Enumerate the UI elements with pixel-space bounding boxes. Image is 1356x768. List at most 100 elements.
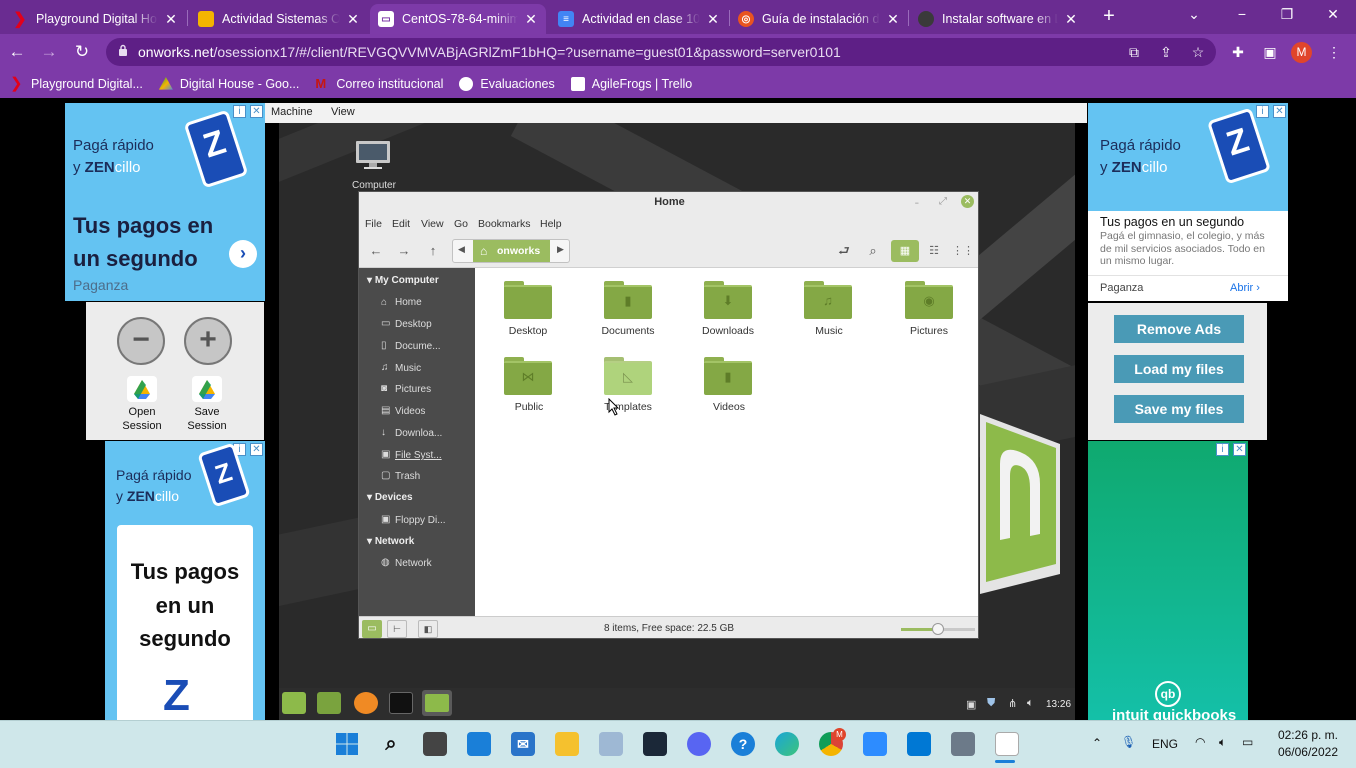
bookmark-playground[interactable]: ❯ Playground Digital...	[10, 76, 143, 91]
file-grid[interactable]: Desktop ▮ Documents ⬇ Downloads ♫ Music …	[475, 268, 978, 616]
sidebar-item-floppy[interactable]: Floppy Di...	[395, 515, 473, 526]
ad-info-icon[interactable]: i	[1256, 105, 1269, 118]
share-icon[interactable]: ⇪	[1157, 43, 1175, 61]
ad-right-bottom[interactable]: i ✕ qb intuit quickbooks	[1088, 441, 1248, 720]
folder-icon[interactable]: ⬇	[704, 281, 752, 319]
show-places-icon[interactable]: ▭	[362, 620, 382, 638]
task-view-icon[interactable]	[423, 732, 447, 756]
menu-file[interactable]: File	[365, 218, 382, 230]
bookmark-evaluaciones[interactable]: Evaluaciones	[459, 77, 555, 91]
search-icon[interactable]: ⌕	[379, 732, 403, 756]
path-left-icon[interactable]: ◀	[458, 244, 465, 255]
mail-icon[interactable]: ✉	[511, 732, 535, 756]
folder-icon[interactable]: ♫	[804, 281, 852, 319]
tab-actividad-clase[interactable]: ≡ Actividad en clase 10 ✕	[550, 4, 728, 34]
open-session-button[interactable]: Open Session	[112, 405, 172, 433]
tab-actividad-sistemas[interactable]: Actividad Sistemas Op ✕	[190, 4, 368, 34]
ad-close-icon[interactable]: ✕	[1273, 105, 1286, 118]
folder-icon[interactable]	[504, 281, 552, 319]
menu-bookmarks[interactable]: Bookmarks	[478, 218, 531, 230]
vscode-icon[interactable]	[907, 732, 931, 756]
clock-time[interactable]: 02:26 p. m.	[1272, 728, 1338, 742]
side-panel-icon[interactable]: ▣	[1261, 43, 1279, 61]
mint-menu-icon[interactable]	[282, 692, 306, 714]
window-title[interactable]: Home	[359, 192, 978, 214]
folder-icon[interactable]: ◺	[604, 357, 652, 395]
bookmark-digital-house[interactable]: Digital House - Goo...	[158, 77, 299, 91]
sidebar-item-downloads[interactable]: Downloa...	[395, 428, 473, 439]
close-icon[interactable]: ✕	[961, 195, 974, 208]
back-icon[interactable]: ←	[6, 41, 28, 63]
bookmark-trello[interactable]: AgileFrogs | Trello	[570, 77, 692, 91]
network-connections-icon[interactable]: ⋔	[1008, 697, 1017, 710]
chevron-right-icon[interactable]: ›	[229, 240, 257, 268]
sidebar-item-desktop[interactable]: Desktop	[395, 319, 473, 330]
show-desktop-icon[interactable]	[317, 692, 341, 714]
search-icon[interactable]: ⌕	[864, 243, 882, 259]
more-menu-icon[interactable]: ⋮	[1325, 43, 1343, 61]
menu-view[interactable]: View	[331, 106, 355, 118]
ad-badge[interactable]: i ✕	[1216, 443, 1246, 456]
computer-icon[interactable]	[355, 140, 391, 170]
close-icon[interactable]: ✕	[346, 11, 360, 28]
reload-icon[interactable]: ↻	[71, 41, 93, 63]
save-files-button[interactable]: Save my files	[1114, 395, 1244, 423]
sidebar-item-trash[interactable]: Trash	[395, 471, 473, 482]
discord-icon[interactable]	[687, 732, 711, 756]
google-drive-icon[interactable]	[127, 376, 157, 402]
snipping-tool-icon[interactable]	[995, 732, 1019, 756]
extensions-icon[interactable]: ✚	[1229, 43, 1247, 61]
ad-left-bottom[interactable]: i ✕ Pagá rápido y ZENcillo Z Tus pagos en u…	[105, 441, 265, 720]
help-icon[interactable]: ?	[731, 732, 755, 756]
sidebar-item-home[interactable]: Home	[395, 297, 473, 308]
path-segment-home[interactable]: ⌂ onworks	[473, 240, 550, 262]
folder-icon[interactable]: ◉	[905, 281, 953, 319]
ad-close-icon[interactable]: ✕	[250, 105, 263, 118]
hide-sidebar-icon[interactable]: ◧	[418, 620, 438, 638]
start-icon[interactable]	[335, 732, 359, 756]
volume-icon[interactable]: 🔈︎	[1219, 735, 1226, 750]
save-session-button[interactable]: Save Session	[177, 405, 237, 433]
folder-icon[interactable]: ▮	[704, 357, 752, 395]
menu-help[interactable]: Help	[540, 218, 562, 230]
virtualbox-icon[interactable]	[951, 732, 975, 756]
ad-info-icon[interactable]: i	[233, 105, 246, 118]
minimize-icon[interactable]: −	[1222, 6, 1262, 22]
volume-icon[interactable]: 🔈︎	[1027, 697, 1034, 710]
close-icon[interactable]: ✕	[1064, 11, 1078, 28]
compact-view-button[interactable]: ⋮⋮	[949, 240, 977, 262]
icon-view-button[interactable]: ▦	[891, 240, 919, 262]
clock-date[interactable]: 06/06/2022	[1272, 745, 1338, 759]
steam-icon[interactable]	[643, 732, 667, 756]
close-icon[interactable]: ✕	[524, 11, 538, 28]
ad-close-icon[interactable]: ✕	[1233, 443, 1246, 456]
zoom-slider[interactable]	[901, 623, 975, 635]
forward-icon[interactable]: →	[38, 41, 60, 63]
lock-icon[interactable]	[118, 44, 128, 57]
ad-info-icon[interactable]: i	[1216, 443, 1229, 456]
maximize-icon[interactable]: ⤢	[939, 196, 947, 207]
star-icon[interactable]: ☆	[1189, 43, 1207, 61]
show-tree-icon[interactable]: ⊢	[387, 620, 407, 638]
path-right-icon[interactable]: ▶	[557, 244, 564, 255]
file-explorer-icon[interactable]	[555, 732, 579, 756]
edge-icon[interactable]	[775, 732, 799, 756]
photos-icon[interactable]	[599, 732, 623, 756]
chevron-up-icon[interactable]: ⌃	[1092, 736, 1102, 750]
tab-centos[interactable]: ▭ CentOS-78-64-minim ✕	[370, 4, 546, 34]
sidebar-item-videos[interactable]: Videos	[395, 406, 473, 417]
back-icon[interactable]: ←	[367, 243, 385, 259]
sidebar-heading-network[interactable]: ▾ Network	[367, 536, 414, 547]
firefox-icon[interactable]	[354, 692, 378, 714]
google-drive-icon[interactable]	[192, 376, 222, 402]
zoom-in-button[interactable]: +	[184, 317, 232, 365]
restore-icon[interactable]: ❐	[1267, 6, 1307, 23]
ad-right-top[interactable]: i ✕ Pagá rápido y ZENcillo Z Tus pagos en …	[1088, 103, 1288, 301]
microphone-icon[interactable]: 🎙︎	[1121, 735, 1136, 749]
folder-icon[interactable]: ⋈	[504, 357, 552, 395]
close-icon[interactable]: ✕	[164, 11, 178, 28]
load-files-button[interactable]: Load my files	[1114, 355, 1244, 383]
translate-icon[interactable]: ⧉	[1125, 43, 1143, 61]
forward-icon[interactable]: →	[395, 243, 413, 259]
minimize-icon[interactable]: ˗	[915, 196, 919, 208]
